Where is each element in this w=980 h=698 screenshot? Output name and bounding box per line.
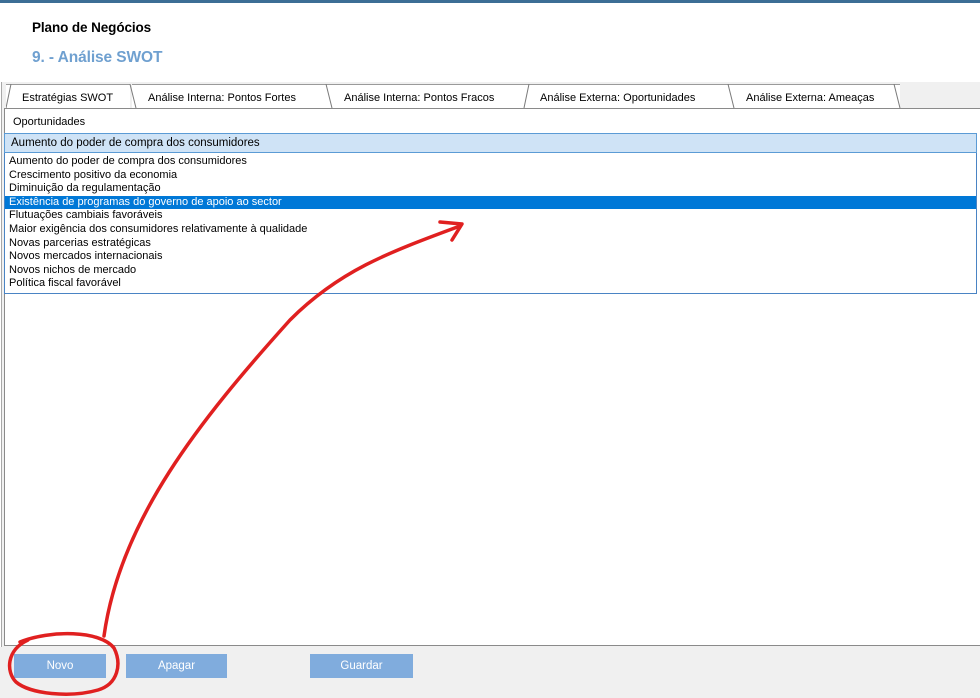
oportunidades-combobox[interactable]: Aumento do poder de compra dos consumido…: [4, 133, 977, 153]
combobox-value: Aumento do poder de compra dos consumido…: [11, 137, 260, 149]
delete-button[interactable]: Apagar: [126, 654, 227, 678]
new-button[interactable]: Novo: [14, 654, 106, 678]
list-item[interactable]: Maior exigência dos consumidores relativ…: [5, 223, 976, 237]
tab-separators: [6, 84, 901, 109]
list-item[interactable]: Política fiscal favorável: [5, 277, 976, 291]
list-item[interactable]: Novos mercados internacionais: [5, 250, 976, 264]
tab-strip: Estratégias SWOT Análise Interna: Pontos…: [6, 84, 980, 109]
list-item[interactable]: Novas parcerias estratégicas: [5, 237, 976, 251]
oportunidades-dropdown-list[interactable]: Aumento do poder de compra dos consumido…: [4, 153, 977, 294]
list-item[interactable]: Crescimento positivo da economia: [5, 169, 976, 183]
app-title: Plano de Negócios: [32, 20, 152, 35]
list-item[interactable]: Aumento do poder de compra dos consumido…: [5, 155, 976, 169]
list-item-highlighted[interactable]: Existência de programas do governo de ap…: [5, 195, 976, 210]
list-item[interactable]: Diminuição da regulamentação: [5, 182, 976, 196]
page-header: Plano de Negócios 9. - Análise SWOT: [0, 3, 980, 82]
list-item[interactable]: Novos nichos de mercado: [5, 264, 976, 278]
list-item[interactable]: Flutuações cambiais favoráveis: [5, 209, 976, 223]
oportunidades-label: Oportunidades: [13, 116, 86, 128]
save-button[interactable]: Guardar: [310, 654, 413, 678]
section-title: 9. - Análise SWOT: [32, 49, 163, 66]
